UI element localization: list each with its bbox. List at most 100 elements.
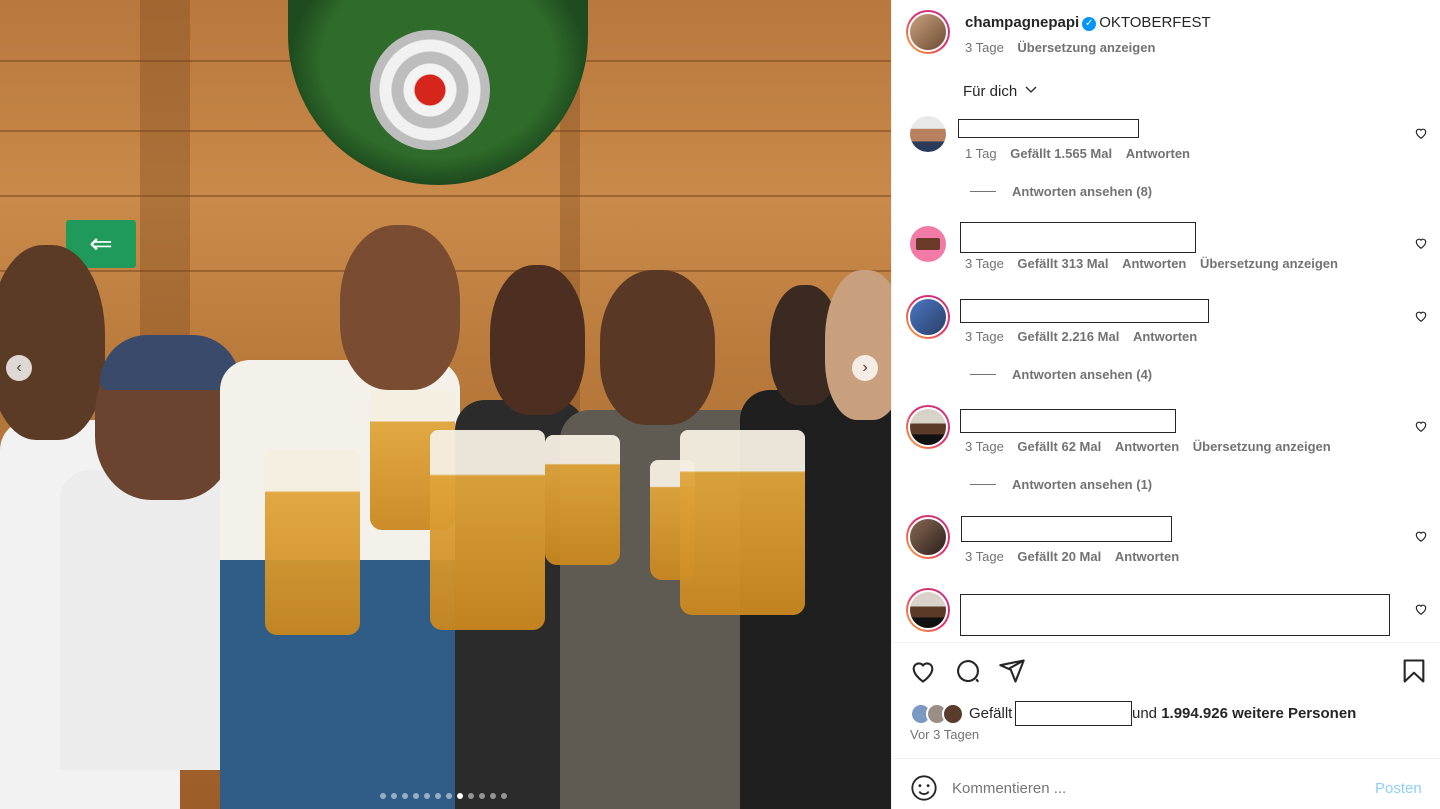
- heart-icon[interactable]: [1414, 309, 1428, 323]
- comment-icon[interactable]: [954, 657, 982, 685]
- person-face: [0, 245, 105, 440]
- caption-line: champagnepapi ✓ OKTOBERFEST: [965, 14, 1211, 32]
- bookmark-icon[interactable]: [1400, 657, 1428, 685]
- divider: [892, 642, 1440, 643]
- comment-age: 3 Tage: [965, 439, 1004, 454]
- caption-meta: 3 Tage Übersetzung anzeigen: [965, 40, 1155, 55]
- heart-icon[interactable]: [909, 657, 937, 685]
- reply-button[interactable]: Antworten: [1115, 549, 1179, 564]
- translate-link[interactable]: Übersetzung anzeigen: [1017, 40, 1155, 55]
- comment-sort-dropdown[interactable]: Für dich: [963, 83, 1037, 100]
- carousel-dot: [501, 793, 507, 799]
- divider-line: [970, 374, 996, 375]
- view-replies-button[interactable]: Antworten ansehen (8): [970, 184, 1152, 199]
- heart-icon[interactable]: [1414, 419, 1428, 433]
- person-face: [340, 225, 460, 390]
- caption-age: 3 Tage: [965, 40, 1004, 55]
- redacted-comment: [958, 119, 1139, 138]
- carousel-dot: [424, 793, 430, 799]
- person-face: [600, 270, 715, 425]
- redacted-comment: [961, 516, 1172, 542]
- likes-others-link[interactable]: 1.994.926 weitere Personen: [1161, 705, 1356, 722]
- carousel-dot: [479, 793, 485, 799]
- beer-mug: [430, 430, 545, 630]
- carousel-dot: [490, 793, 496, 799]
- comment-likes[interactable]: Gefällt 1.565 Mal: [1010, 146, 1112, 161]
- liker-avatars[interactable]: [910, 703, 968, 725]
- verified-icon: ✓: [1082, 17, 1097, 31]
- likes-summary: Gefällt: [969, 705, 1012, 722]
- comment-likes[interactable]: Gefällt 2.216 Mal: [1017, 329, 1119, 344]
- likes-prefix: Gefällt: [969, 705, 1013, 722]
- translate-link[interactable]: Übersetzung anzeigen: [1200, 256, 1338, 271]
- comment-likes[interactable]: Gefällt 313 Mal: [1017, 256, 1108, 271]
- carousel-dot: [402, 793, 408, 799]
- wood-plank: [0, 195, 891, 197]
- carousel-dot: [446, 793, 452, 799]
- send-icon[interactable]: [998, 657, 1026, 685]
- heart-icon[interactable]: [1414, 529, 1428, 543]
- carousel-dot: [380, 793, 386, 799]
- likes-connector: und: [1132, 705, 1158, 722]
- view-replies-label: Antworten ansehen (4): [1012, 367, 1153, 382]
- divider-line: [970, 484, 996, 485]
- heart-icon[interactable]: [1414, 602, 1428, 616]
- redacted-comment: [960, 594, 1390, 636]
- cap: [100, 335, 240, 390]
- comments-panel: champagnepapi ✓ OKTOBERFEST 3 Tage Überset…: [891, 0, 1440, 809]
- reply-button[interactable]: Antworten: [1126, 146, 1190, 161]
- comment-age: 3 Tage: [965, 329, 1004, 344]
- caption-text: OKTOBERFEST: [1099, 14, 1211, 31]
- comment-likes[interactable]: Gefällt 20 Mal: [1017, 549, 1101, 564]
- comment-meta: 3 Tage Gefällt 2.216 Mal Antworten: [965, 329, 1197, 344]
- target-emblem: [370, 30, 490, 150]
- author-username[interactable]: champagnepapi: [965, 14, 1079, 31]
- commenter-avatar[interactable]: [906, 588, 950, 632]
- chevron-down-icon: [1025, 86, 1037, 93]
- carousel-dot: [413, 793, 419, 799]
- commenter-avatar[interactable]: [910, 116, 946, 152]
- translate-link[interactable]: Übersetzung anzeigen: [1193, 439, 1331, 454]
- carousel-dot: [468, 793, 474, 799]
- post-date[interactable]: Vor 3 Tagen: [910, 727, 979, 742]
- carousel-dot: [457, 793, 463, 799]
- carousel-dot: [435, 793, 441, 799]
- likes-others-line: und 1.994.926 weitere Personen: [1132, 705, 1356, 722]
- heart-icon[interactable]: [1414, 126, 1428, 140]
- comment-age: 3 Tage: [965, 549, 1004, 564]
- sort-label: Für dich: [963, 83, 1018, 100]
- emoji-icon[interactable]: [910, 774, 938, 802]
- post-media[interactable]: ⇐ ‹ ›: [0, 0, 891, 809]
- comment-input[interactable]: [952, 776, 1352, 800]
- view-replies-button[interactable]: Antworten ansehen (1): [970, 477, 1152, 492]
- carousel-dot: [391, 793, 397, 799]
- commenter-avatar[interactable]: [906, 405, 950, 449]
- view-replies-button[interactable]: Antworten ansehen (4): [970, 367, 1152, 382]
- redacted-comment: [960, 299, 1209, 323]
- redacted-username: [1015, 701, 1132, 726]
- reply-button[interactable]: Antworten: [1133, 329, 1197, 344]
- view-replies-label: Antworten ansehen (8): [1012, 184, 1153, 199]
- reply-button[interactable]: Antworten: [1122, 256, 1186, 271]
- comment-likes[interactable]: Gefällt 62 Mal: [1017, 439, 1101, 454]
- comment-meta: 1 Tag Gefällt 1.565 Mal Antworten: [965, 146, 1190, 161]
- author-avatar[interactable]: [906, 10, 950, 54]
- reply-button[interactable]: Antworten: [1115, 439, 1179, 454]
- commenter-avatar[interactable]: [910, 226, 946, 262]
- redacted-comment: [960, 409, 1176, 433]
- comment-meta: 3 Tage Gefällt 62 Mal Antworten Übersetz…: [965, 439, 1331, 454]
- carousel-next-button[interactable]: ›: [852, 355, 878, 381]
- view-replies-label: Antworten ansehen (1): [1012, 477, 1153, 492]
- beer-mug: [680, 430, 805, 615]
- post-comment-button[interactable]: Posten: [1375, 780, 1422, 797]
- heart-icon[interactable]: [1414, 236, 1428, 250]
- comment-age: 3 Tage: [965, 256, 1004, 271]
- divider-line: [970, 191, 996, 192]
- person-shirt: [60, 470, 230, 770]
- carousel-prev-button[interactable]: ‹: [6, 355, 32, 381]
- carousel-indicator: [380, 793, 507, 799]
- commenter-avatar[interactable]: [906, 515, 950, 559]
- person-face: [825, 270, 891, 420]
- commenter-avatar[interactable]: [906, 295, 950, 339]
- comment-meta: 3 Tage Gefällt 313 Mal Antworten Überset…: [965, 256, 1338, 271]
